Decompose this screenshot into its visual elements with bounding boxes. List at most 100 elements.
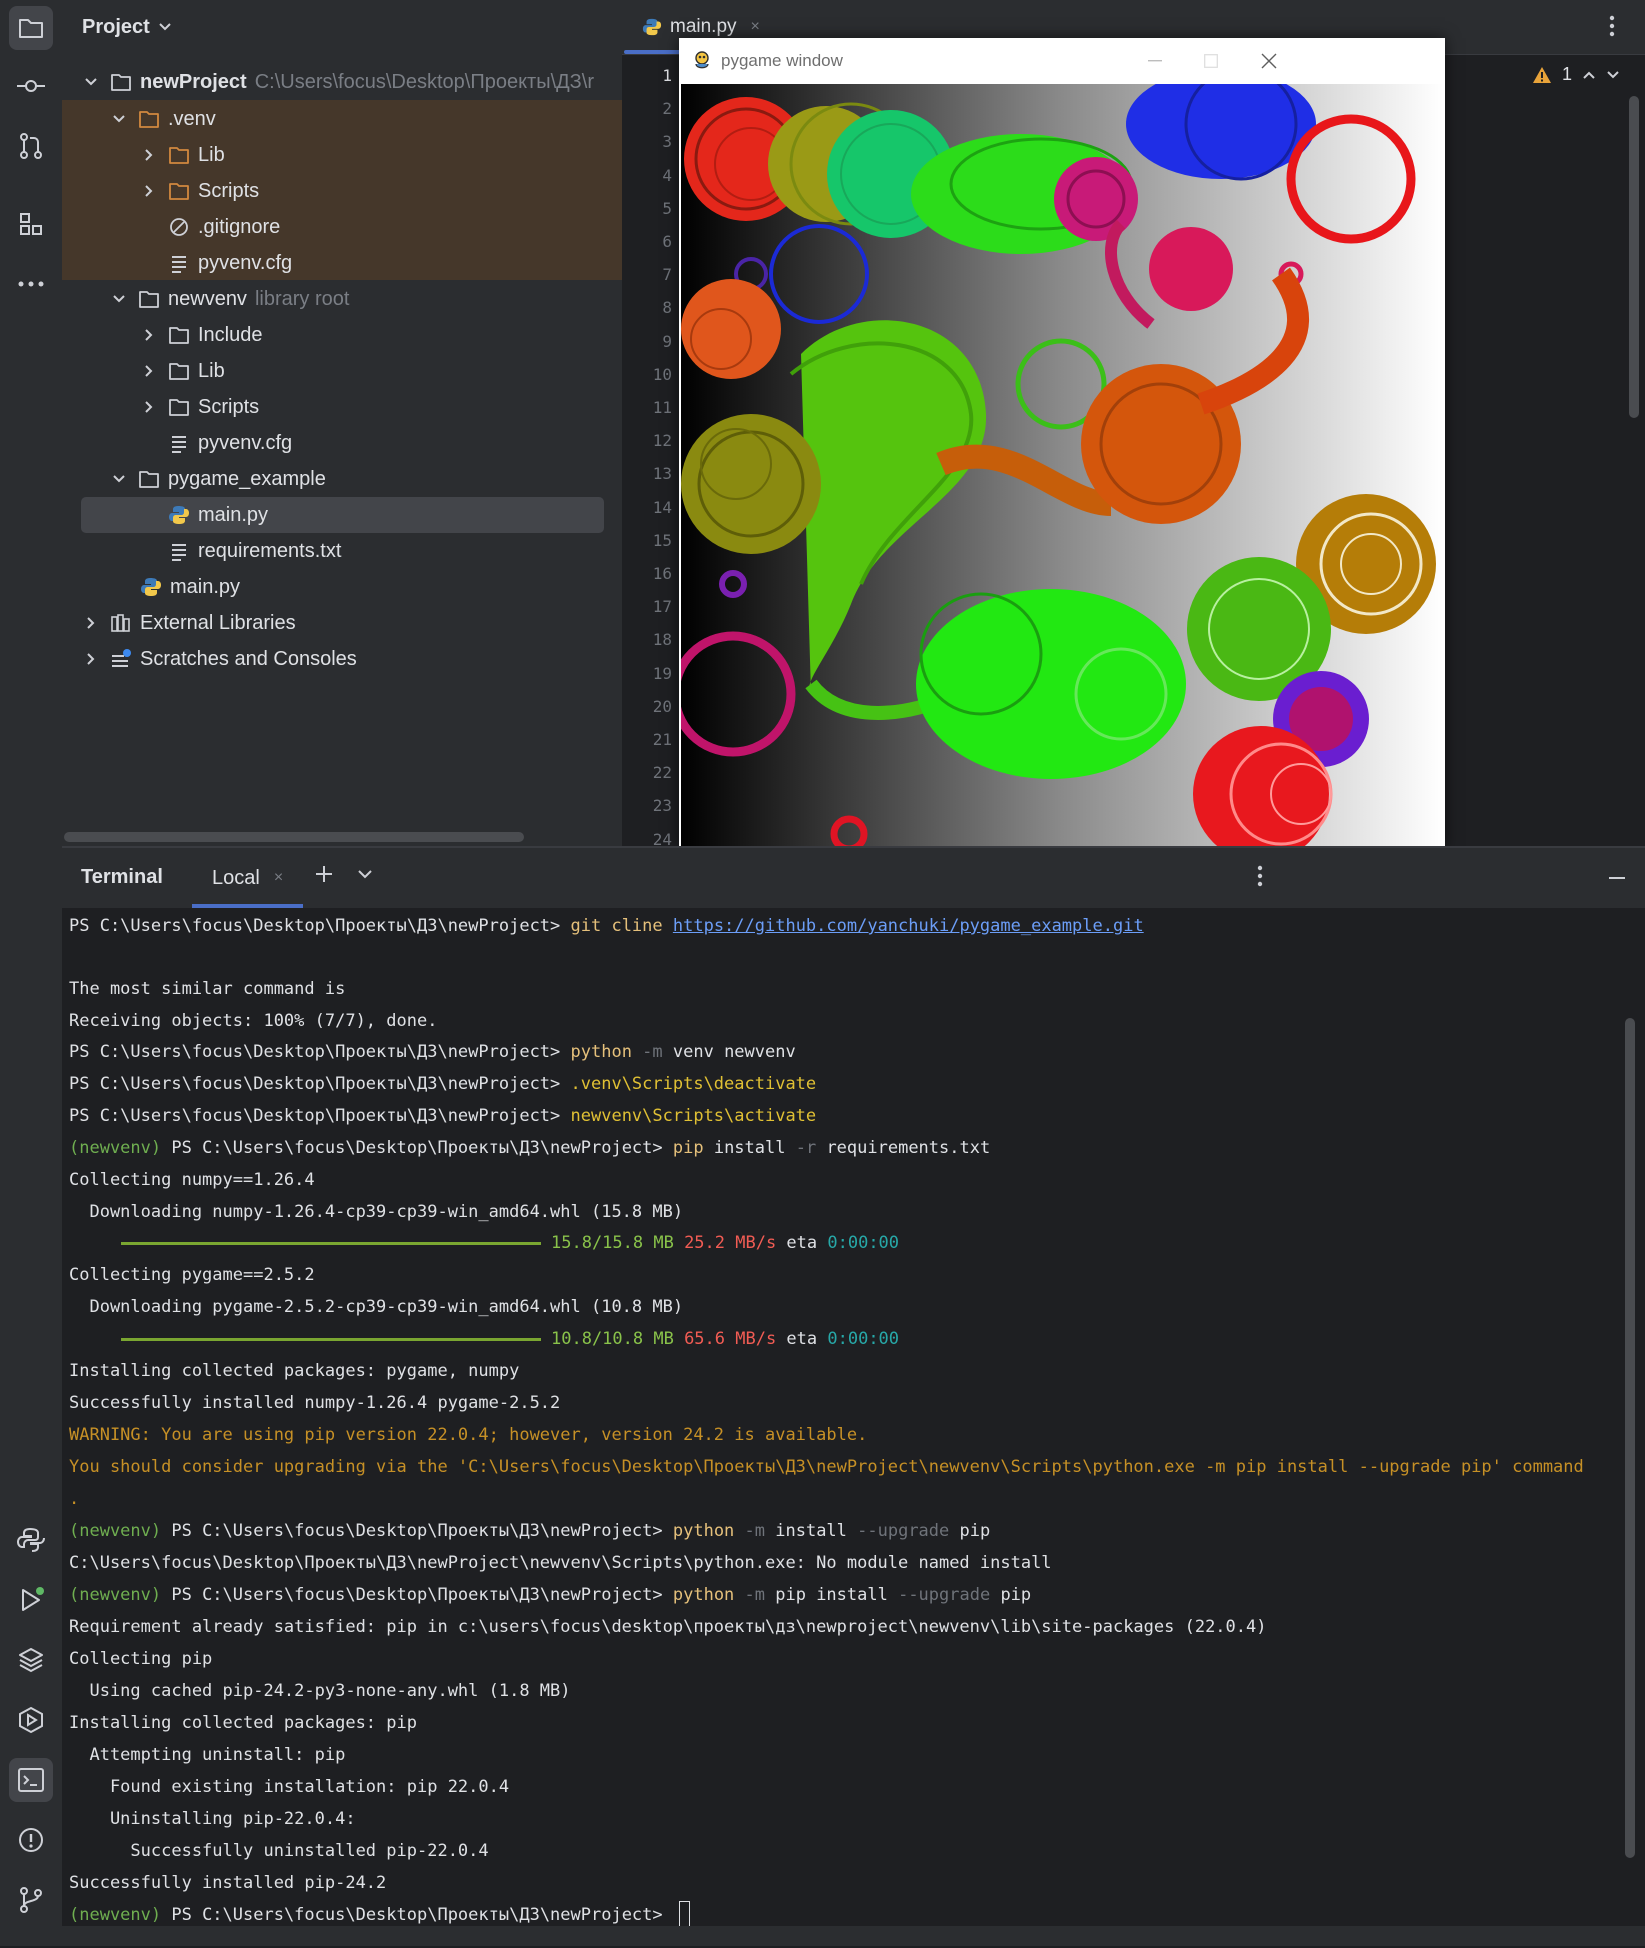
problems-tool-button[interactable] (9, 1818, 53, 1862)
tree-item-label: Lib (198, 359, 225, 382)
tree-item-requirements[interactable]: requirements.txt (62, 533, 622, 569)
terminal-prompt-line[interactable]: (newvenv) PS C:\Users\focus\Desktop\Прое… (69, 1901, 690, 1929)
structure-tool-button[interactable] (9, 202, 53, 246)
tree-item-venv[interactable]: .venv (62, 101, 622, 137)
close-terminal-tab-button[interactable]: × (274, 869, 283, 887)
download-progress-bar (121, 1241, 541, 1245)
python-packages-button[interactable] (9, 1638, 53, 1682)
project-view-selector[interactable]: Project (82, 12, 172, 42)
pygame-canvas[interactable] (681, 84, 1443, 846)
maximize-icon (1204, 54, 1218, 68)
tree-item-label: pyvenv.cfg (198, 251, 293, 274)
terminal-warning-line: . (69, 1489, 80, 1509)
chevron-up-icon[interactable] (1582, 70, 1596, 80)
terminal-tool-button[interactable] (9, 1758, 53, 1802)
more-tools-button[interactable] (9, 262, 53, 306)
folder-icon (169, 363, 189, 380)
tree-item-venv-scripts[interactable]: Scripts (62, 173, 622, 209)
tab-label: main.py (670, 16, 737, 37)
line-number: 19 (652, 663, 672, 683)
project-panel: Project newProject C:\Users\focus\Deskto… (62, 0, 622, 846)
tree-item-scratches[interactable]: Scratches and Consoles (62, 641, 622, 677)
tree-item-newproject[interactable]: newProject C:\Users\focus\Desktop\Проект… (62, 64, 622, 100)
active-terminal-tab-indicator (192, 904, 304, 908)
commit-tool-button[interactable] (9, 64, 53, 108)
more-vertical-icon[interactable] (1257, 864, 1263, 888)
maximize-button[interactable] (1191, 46, 1231, 76)
tree-item-newvenv-pyvenv[interactable]: pyvenv.cfg (62, 425, 622, 461)
tree-item-main-py[interactable]: main.py (62, 569, 622, 605)
python-file-icon (642, 18, 662, 36)
terminal-line: The most similar command is (69, 979, 346, 999)
project-panel-title: Project (82, 15, 150, 38)
services-tool-button[interactable] (9, 1698, 53, 1742)
project-tool-button[interactable] (9, 6, 53, 50)
excluded-folder-icon (169, 183, 189, 200)
terminal-line: Successfully installed numpy-1.26.4 pyga… (69, 1393, 561, 1413)
tree-item-newvenv-scripts[interactable]: Scripts (62, 389, 622, 425)
terminal-line: Downloading pygame-2.5.2-cp39-cp39-win_a… (69, 1297, 684, 1317)
line-number: 20 (652, 696, 672, 716)
terminal-line: PS C:\Users\focus\Desktop\Проекты\ДЗ\new… (69, 1106, 817, 1126)
tree-item-label: Scratches and Consoles (140, 647, 357, 670)
terminal-line: Collecting numpy==1.26.4 (69, 1170, 315, 1190)
tree-item-label: newProject (140, 70, 247, 93)
scratches-icon (112, 649, 131, 667)
tree-item-pygame-example[interactable]: pygame_example (62, 461, 622, 497)
pygame-window[interactable]: pygame window (679, 38, 1445, 848)
chevron-down-icon[interactable] (357, 868, 373, 880)
terminal-line: (newvenv) PS C:\Users\focus\Desktop\Прое… (69, 1138, 991, 1158)
tree-item-external-libraries[interactable]: External Libraries (62, 605, 622, 641)
tree-item-venv-lib[interactable]: Lib (62, 137, 622, 173)
tree-item-newvenv-lib[interactable]: Lib (62, 353, 622, 389)
line-number: 5 (662, 198, 672, 218)
minimize-button[interactable] (1135, 46, 1175, 76)
selection-highlight (81, 497, 604, 533)
structure-icon (20, 213, 42, 235)
close-tab-button[interactable]: × (751, 18, 760, 36)
text-file-icon (172, 544, 186, 561)
tree-item-label: pyvenv.cfg (198, 431, 293, 454)
line-number: 17 (652, 597, 672, 617)
tree-item-label: .venv (168, 107, 216, 130)
editor-vertical-scrollbar[interactable] (1629, 96, 1639, 418)
hide-panel-icon[interactable] (1607, 868, 1627, 888)
terminal-tab-local[interactable]: Local × (192, 848, 304, 908)
pull-requests-tool-button[interactable] (9, 124, 53, 168)
chevron-down-icon[interactable] (1606, 70, 1620, 80)
folder-icon (111, 74, 131, 91)
pygame-snake-icon (695, 51, 709, 69)
chevron-down-icon (113, 115, 125, 123)
tree-item-venv-pyvenv[interactable]: pyvenv.cfg (62, 245, 622, 281)
terminal-title: Terminal (81, 866, 163, 888)
tree-item-include[interactable]: Include (62, 317, 622, 353)
run-tool-button[interactable] (9, 1578, 53, 1622)
python-file-icon (169, 506, 189, 524)
new-terminal-plus-icon[interactable] (314, 864, 334, 884)
terminal-line: Installing collected packages: pip (69, 1713, 417, 1733)
line-number: 16 (652, 564, 672, 583)
chevron-right-icon (87, 617, 95, 629)
project-horizontal-scrollbar[interactable] (64, 832, 524, 842)
line-number: 10 (652, 364, 672, 384)
inspection-widget[interactable]: 1 (1532, 64, 1620, 85)
line-number: 15 (652, 530, 672, 550)
close-window-button[interactable] (1249, 46, 1289, 76)
tree-item-gitignore[interactable]: .gitignore (62, 209, 622, 245)
tree-item-newvenv[interactable]: newvenv library root (62, 281, 622, 317)
tree-item-label: main.py (198, 503, 269, 526)
line-number: 2 (662, 99, 672, 119)
tree-item-label: newvenv (168, 287, 247, 310)
library-root-note: library root (254, 287, 350, 310)
terminal-warning-line: You should consider upgrading via the 'C… (69, 1457, 1584, 1477)
progress-line: 15.8/15.8 MB 25.2 MB/s eta 0:00:00 (121, 1229, 899, 1257)
more-vertical-icon[interactable] (1609, 14, 1615, 38)
pygame-window-titlebar[interactable]: pygame window (679, 38, 1445, 84)
git-tool-button[interactable] (9, 1878, 53, 1922)
repo-link[interactable]: https://github.com/yanchuki/pygame_examp… (673, 916, 1144, 936)
terminal-vertical-scrollbar[interactable] (1625, 1018, 1635, 1858)
tree-item-pygame-main-py[interactable]: main.py (62, 497, 622, 533)
text-file-icon (172, 436, 186, 453)
folder-icon (169, 327, 189, 344)
python-console-button[interactable] (9, 1518, 53, 1562)
